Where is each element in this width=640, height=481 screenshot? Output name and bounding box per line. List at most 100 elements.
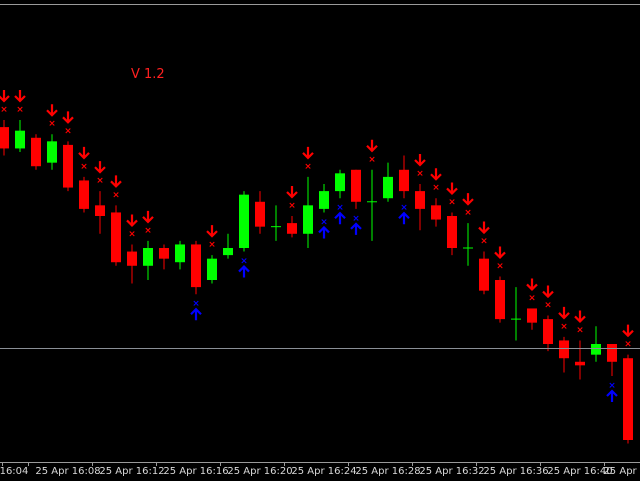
candle-body [623,358,633,440]
time-tick-label: 25 Apr 16:32 [419,466,485,477]
buy-arrow-icon [606,389,618,402]
buy-cross-icon: × [320,217,328,227]
buy-arrow-icon [190,307,202,321]
sell-cross-icon: × [208,240,216,250]
sell-cross-icon: × [560,322,568,332]
sell-arrow-icon [14,90,26,103]
candle-body [15,130,25,149]
sell-cross-icon: × [368,155,376,165]
candle-body [495,280,505,320]
buy-cross-icon: × [240,257,248,267]
candle-body [351,169,361,202]
time-tick-label: 25 Apr 16:16 [163,466,229,477]
candle-body [527,308,537,323]
sell-cross-icon: × [64,126,72,136]
sell-arrow-icon [494,246,506,259]
candle-body [191,244,201,288]
sell-arrow-icon [478,221,490,235]
candle-body [479,258,489,291]
sell-arrow-icon [574,310,586,323]
price-chart[interactable]: V 1.2 × × × × × × × × × × × × × × × × × × × × × × × × × × × × × × × 16… [0,0,640,480]
sell-cross-icon: × [416,169,424,179]
candle-body [575,361,585,366]
candle-body [559,340,569,359]
time-tick-label: 25 Apr 16:20 [227,466,293,477]
time-tick-label: 16:04 [0,466,29,477]
sell-arrow-icon [446,182,458,195]
sell-cross-icon: × [0,105,8,115]
candle-body [79,180,89,209]
sell-arrow-icon [430,168,442,181]
sell-cross-icon: × [128,229,136,239]
buy-cross-icon: × [608,381,616,391]
time-tick-mark [412,462,413,466]
time-tick-label: 25 Apr 16 [603,466,640,477]
time-tick-mark [28,462,29,466]
time-tick-mark [540,462,541,466]
candle-body [607,344,617,362]
time-tick-label: 25 Apr 16:24 [291,466,357,477]
candle-body [431,205,441,220]
sell-cross-icon: × [112,190,120,200]
candle-body [0,127,9,149]
current-price-line [0,348,640,349]
candle-body [47,141,57,163]
sell-arrow-icon [62,111,74,124]
sell-arrow-icon [526,278,538,291]
sell-cross-icon: × [528,293,536,303]
sell-cross-icon: × [464,208,472,218]
candle-body [143,248,153,266]
candle-body [447,216,457,248]
sell-cross-icon: × [432,183,440,193]
candle-body [239,194,249,248]
sell-cross-icon: × [496,261,504,271]
candle-body [63,144,73,188]
sell-arrow-icon [94,161,106,174]
buy-cross-icon: × [352,214,360,224]
buy-arrow-icon [350,222,362,235]
candle-body [207,258,217,280]
time-tick-mark [348,462,349,466]
sell-arrow-icon [462,193,474,206]
buy-arrow-icon [318,225,330,239]
time-tick-label: 25 Apr 16:08 [35,466,101,477]
time-tick-mark [92,462,93,466]
time-tick-label: 25 Apr 16:12 [99,466,165,477]
sell-cross-icon: × [576,325,584,335]
candle-body [303,205,313,234]
sell-cross-icon: × [288,201,296,211]
sell-arrow-icon [302,146,314,160]
sell-arrow-icon [110,175,122,188]
time-tick-mark [476,462,477,466]
time-tick-mark [284,462,285,466]
sell-arrow-icon [542,285,554,299]
buy-arrow-icon [334,211,346,225]
sell-arrow-icon [286,186,298,199]
candle-body [95,205,105,216]
time-tick-label: 25 Apr 16:28 [355,466,421,477]
sell-cross-icon: × [48,119,56,129]
sell-cross-icon: × [480,237,488,247]
sell-arrow-icon [206,225,218,238]
candle-body [159,248,169,259]
candle-body [591,344,601,355]
time-tick-mark [220,462,221,466]
sell-arrow-icon [46,104,58,117]
buy-arrow-icon [238,265,250,278]
sell-arrow-icon [558,306,570,320]
sell-arrow-icon [414,154,426,167]
sell-arrow-icon [78,146,90,160]
buy-cross-icon: × [400,203,408,213]
sell-cross-icon: × [544,301,552,311]
candle-body [31,137,41,167]
candlestick-plot: × ××××××× ×××××××××××××××××××× ××× [0,90,634,444]
candle-body [335,173,345,192]
buy-cross-icon: × [192,299,200,309]
sell-arrow-icon [126,214,138,227]
sell-arrow-icon [622,324,634,338]
candle-body [255,201,265,227]
sell-cross-icon: × [448,197,456,207]
sell-arrow-icon [366,139,378,153]
sell-cross-icon: × [144,226,152,236]
candle-body [543,319,553,344]
